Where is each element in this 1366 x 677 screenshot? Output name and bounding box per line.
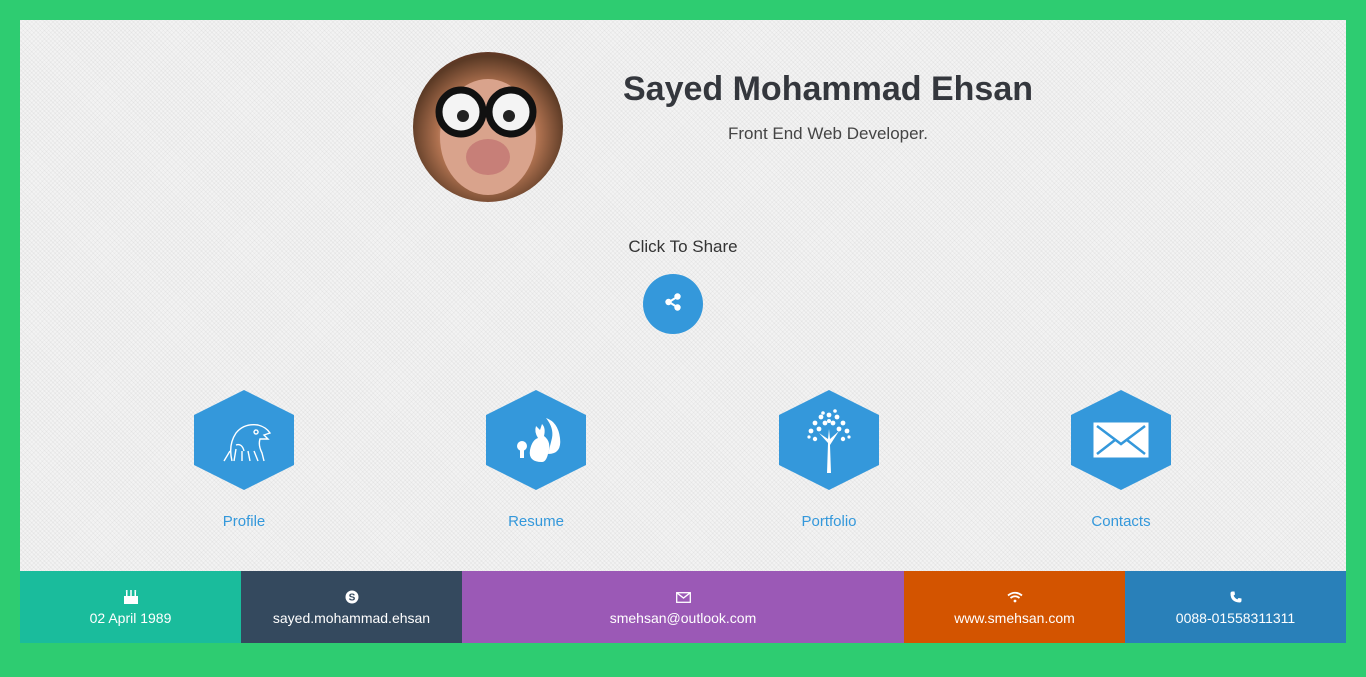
profile-title: Front End Web Developer. bbox=[727, 124, 928, 143]
footer-phone[interactable]: 0088-01558311311 bbox=[1125, 571, 1346, 643]
mail-icon bbox=[675, 588, 691, 606]
footer-email[interactable]: smehsan@outlook.com bbox=[462, 571, 904, 643]
nav-label-resume[interactable]: Resume bbox=[456, 513, 616, 530]
contact-footer: 02 April 1989 S sayed.mohammad.ehsan sme… bbox=[20, 571, 1346, 643]
share-button[interactable] bbox=[643, 274, 703, 334]
profile-name: Sayed Mohammad Ehsan bbox=[622, 70, 1033, 108]
footer-website[interactable]: www.smehsan.com bbox=[904, 571, 1125, 643]
footer-skype-text[interactable]: sayed.mohammad.ehsan bbox=[273, 610, 430, 626]
share-icon bbox=[663, 292, 683, 317]
phone-icon bbox=[1230, 588, 1242, 606]
wifi-icon bbox=[1006, 588, 1023, 606]
svg-text:S: S bbox=[348, 593, 355, 604]
nav-label-portfolio[interactable]: Portfolio bbox=[749, 513, 909, 530]
nav-profile[interactable]: Profile bbox=[164, 390, 324, 530]
skype-icon: S bbox=[345, 588, 359, 606]
nav-resume[interactable]: Resume bbox=[456, 390, 616, 530]
footer-email-text[interactable]: smehsan@outlook.com bbox=[610, 610, 757, 626]
share-label: Click To Share bbox=[628, 237, 738, 256]
footer-birthday-text: 02 April 1989 bbox=[89, 610, 172, 626]
profile-card: Sayed Mohammad Ehsan Front End Web Devel… bbox=[20, 20, 1346, 571]
envelope-icon bbox=[1071, 390, 1171, 490]
eagle-icon bbox=[194, 390, 294, 490]
nav-label-contacts[interactable]: Contacts bbox=[1041, 513, 1201, 530]
footer-website-text[interactable]: www.smehsan.com bbox=[954, 610, 1075, 626]
footer-phone-text[interactable]: 0088-01558311311 bbox=[1176, 610, 1295, 626]
nav-contacts[interactable]: Contacts bbox=[1041, 390, 1201, 530]
footer-birthday: 02 April 1989 bbox=[20, 571, 241, 643]
birthday-cake-icon bbox=[123, 588, 139, 606]
avatar bbox=[413, 52, 563, 202]
squirrel-icon bbox=[486, 390, 586, 490]
footer-skype[interactable]: S sayed.mohammad.ehsan bbox=[241, 571, 462, 643]
nav-portfolio[interactable]: Portfolio bbox=[749, 390, 909, 530]
nav-label-profile[interactable]: Profile bbox=[164, 513, 324, 530]
tree-icon bbox=[779, 390, 879, 490]
